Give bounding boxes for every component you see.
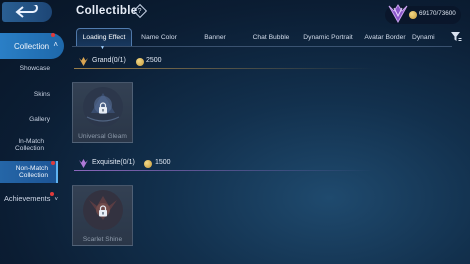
tab-label: Avatar Border xyxy=(364,33,406,41)
chevron-down-icon: ˅ xyxy=(54,197,58,203)
sidebar-item-label: Skins xyxy=(33,91,50,98)
exquisite-rank-icon xyxy=(79,159,88,168)
grand-rank-icon xyxy=(79,57,88,66)
sidebar-item-label: In-Match Collection xyxy=(15,138,44,152)
tab-loading-effect[interactable]: Loading Effect xyxy=(76,28,132,46)
section-title: Exquisite(0/1) xyxy=(92,159,135,166)
notification-dot xyxy=(51,161,55,165)
tab-name-color[interactable]: Name Color xyxy=(134,28,184,46)
section-divider xyxy=(74,68,374,69)
coin-icon xyxy=(144,160,152,168)
tab-label: Chat Bubble xyxy=(252,33,290,41)
section-header-exquisite: Exquisite(0/1) 1500 xyxy=(74,157,454,171)
tab-label: Dynamic Portrait xyxy=(303,33,353,41)
tab-bar: Loading Effect Name Color Banner Chat Bu… xyxy=(72,28,470,46)
top-bar: Collectible ? 69170/73600 xyxy=(0,0,470,24)
back-button[interactable] xyxy=(2,2,52,22)
tab-dynamic-cut[interactable]: Dynami xyxy=(412,28,446,46)
section-price: 1500 xyxy=(155,159,171,166)
currency-display[interactable]: 69170/73600 xyxy=(385,4,461,24)
sidebar-footer-label: Achievements xyxy=(4,194,51,203)
section-price: 2500 xyxy=(146,57,162,64)
notification-dot xyxy=(51,33,55,37)
tab-label: Loading Effect xyxy=(82,34,126,41)
sidebar-item-skins[interactable]: Skins xyxy=(0,91,58,99)
tab-avatar-border[interactable]: Avatar Border xyxy=(358,28,412,46)
sidebar-item-label: Non-Match Collection xyxy=(15,165,48,179)
lock-icon xyxy=(99,102,107,114)
back-arrow-icon xyxy=(15,5,38,18)
sidebar-item-achievements[interactable]: Achievements ˅ xyxy=(0,194,64,203)
lock-icon xyxy=(99,205,107,217)
section-title: Grand(0/1) xyxy=(92,57,126,64)
sidebar-item-in-match-collection[interactable]: In-Match Collection xyxy=(0,138,52,153)
tab-chat-bubble[interactable]: Chat Bubble xyxy=(244,28,298,46)
page-title: Collectible xyxy=(76,5,138,17)
sidebar-item-gallery[interactable]: Gallery xyxy=(0,116,58,124)
section-header-grand: Grand(0/1) 2500 xyxy=(74,55,454,69)
currency-value: 69170/73600 xyxy=(419,10,456,17)
sidebar-item-label: Showcase xyxy=(19,65,50,72)
notification-dot xyxy=(50,192,54,196)
sidebar-item-non-match-collection[interactable]: Non-Match Collection xyxy=(0,161,58,183)
tab-dynamic-portrait[interactable]: Dynamic Portrait xyxy=(300,28,356,46)
sidebar-item-label: Gallery xyxy=(29,116,50,123)
section-divider xyxy=(74,170,374,171)
coin-icon xyxy=(136,58,144,66)
sidebar-item-showcase[interactable]: Showcase xyxy=(0,65,58,73)
chevron-up-icon: ˄ xyxy=(53,40,58,49)
tab-banner[interactable]: Banner xyxy=(190,28,240,46)
card-label: Universal Gleam xyxy=(78,133,127,140)
sidebar-header-collection[interactable]: Collection ˄ xyxy=(0,33,64,59)
filter-icon[interactable] xyxy=(450,31,462,43)
sidebar-header-label: Collection xyxy=(14,41,50,51)
sidebar: Collection ˄ Showcase Skins Gallery In-M… xyxy=(0,30,66,264)
help-symbol: ? xyxy=(138,7,142,15)
tab-divider xyxy=(72,46,452,47)
collectible-card[interactable]: Scarlet Shine xyxy=(72,185,133,246)
collectible-card[interactable]: Universal Gleam xyxy=(72,82,133,143)
tab-label: Banner xyxy=(204,33,226,41)
collector-emblem-icon xyxy=(388,4,408,24)
coin-icon xyxy=(409,11,417,19)
tab-label: Dynami xyxy=(412,33,435,41)
tab-label: Name Color xyxy=(141,33,177,41)
card-label: Scarlet Shine xyxy=(82,236,123,243)
active-tab-indicator-icon: ▼ xyxy=(100,45,105,51)
